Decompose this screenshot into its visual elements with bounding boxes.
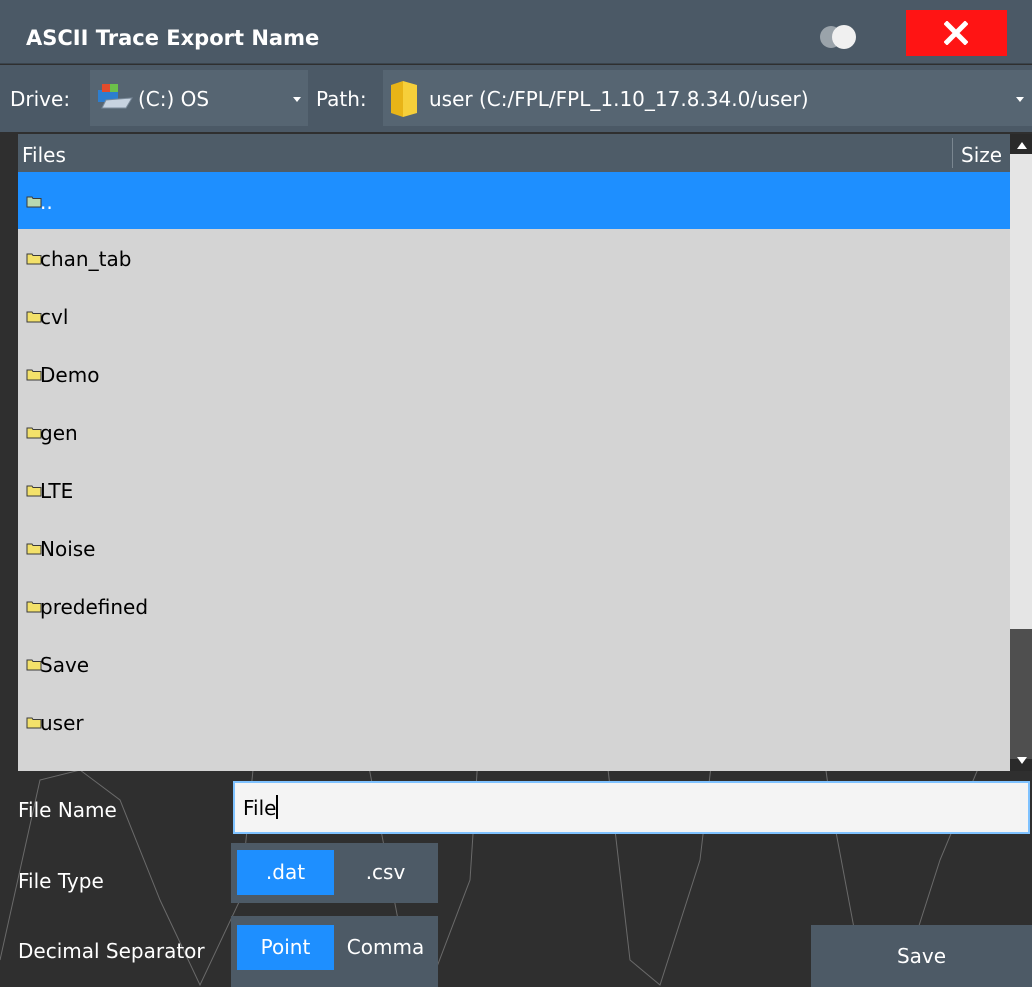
file-name-input[interactable]: File [233, 781, 1030, 834]
drive-value: (C:) OS [138, 87, 210, 111]
list-item[interactable]: .. [18, 172, 1010, 229]
path-value: user (C:/FPL/FPL_1.10_17.8.34.0/user) [429, 87, 809, 111]
drive-path-row: Drive: (C:) OS Path: user (C:/FPL/FPL_1.… [0, 65, 1032, 132]
list-item[interactable]: LTE [18, 461, 1010, 519]
folder-icon [391, 81, 417, 117]
list-item-label: chan_tab [40, 247, 132, 271]
file-list: Files Size .. chan_tabcvl Demo gen LTE Noise p… [18, 134, 1010, 771]
list-item[interactable]: cvl [18, 287, 1010, 345]
toggle-icon[interactable] [818, 24, 864, 50]
decimal-separator-toggle: Point Comma [231, 916, 438, 987]
path-label: Path: [316, 87, 367, 111]
list-item-label: Demo [40, 363, 100, 387]
save-button[interactable]: Save [811, 925, 1032, 987]
list-item[interactable]: Save [18, 635, 1010, 693]
list-header: Files Size [18, 134, 1010, 172]
drive-label: Drive: [10, 87, 71, 111]
file-type-toggle: .dat .csv [231, 843, 438, 903]
list-item-label: gen [40, 421, 78, 445]
column-divider [952, 138, 953, 168]
list-item[interactable]: user [18, 693, 1010, 751]
column-header-size[interactable]: Size [961, 143, 1002, 167]
list-item[interactable]: gen [18, 403, 1010, 461]
list-item[interactable]: Noise [18, 519, 1010, 577]
text-caret [276, 795, 279, 819]
decimal-separator-label: Decimal Separator [18, 939, 205, 963]
chevron-down-icon [293, 97, 301, 102]
file-rows: .. chan_tabcvl Demo gen LTE Noise predefined Sa… [18, 172, 1010, 751]
drive-select[interactable]: (C:) OS [90, 70, 308, 126]
list-item-label: predefined [40, 595, 149, 619]
close-button[interactable] [906, 10, 1007, 56]
list-item-label: .. [40, 190, 53, 214]
column-header-files[interactable]: Files [22, 143, 66, 167]
drive-icon [98, 84, 133, 109]
file-name-label: File Name [18, 798, 117, 822]
scroll-down-icon[interactable] [1017, 757, 1027, 764]
close-icon [944, 21, 968, 45]
file-type-dat-button[interactable]: .dat [237, 850, 334, 895]
path-select[interactable]: user (C:/FPL/FPL_1.10_17.8.34.0/user) [383, 70, 1032, 126]
list-item-label: cvl [40, 305, 69, 329]
list-item-label: Save [40, 653, 90, 677]
file-type-label: File Type [18, 869, 104, 893]
list-item[interactable]: chan_tab [18, 229, 1010, 287]
decimal-comma-button[interactable]: Comma [337, 925, 434, 970]
file-type-csv-button[interactable]: .csv [337, 850, 434, 895]
file-name-value: File [243, 796, 277, 820]
list-item[interactable]: Demo [18, 345, 1010, 403]
decimal-point-button[interactable]: Point [237, 925, 334, 970]
list-item-label: Noise [40, 537, 96, 561]
list-item-label: LTE [40, 479, 74, 503]
dialog-title: ASCII Trace Export Name [26, 26, 320, 50]
list-item[interactable]: predefined [18, 577, 1010, 635]
scrollbar[interactable] [1010, 134, 1032, 771]
title-bar: ASCII Trace Export Name [0, 0, 1032, 64]
scroll-up-icon[interactable] [1017, 142, 1027, 149]
chevron-down-icon [1016, 97, 1024, 102]
list-item-label: user [40, 711, 84, 735]
scrollbar-thumb[interactable] [1010, 629, 1032, 759]
